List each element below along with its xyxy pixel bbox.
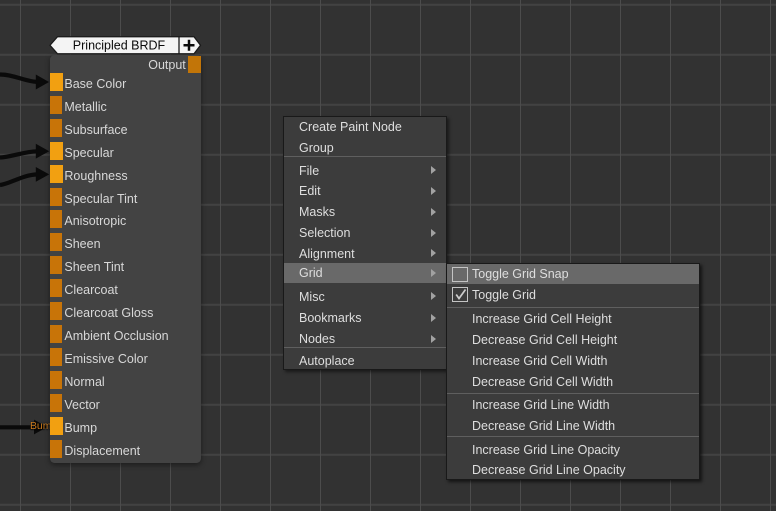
svg-text:Principled BRDF: Principled BRDF — [73, 39, 166, 53]
